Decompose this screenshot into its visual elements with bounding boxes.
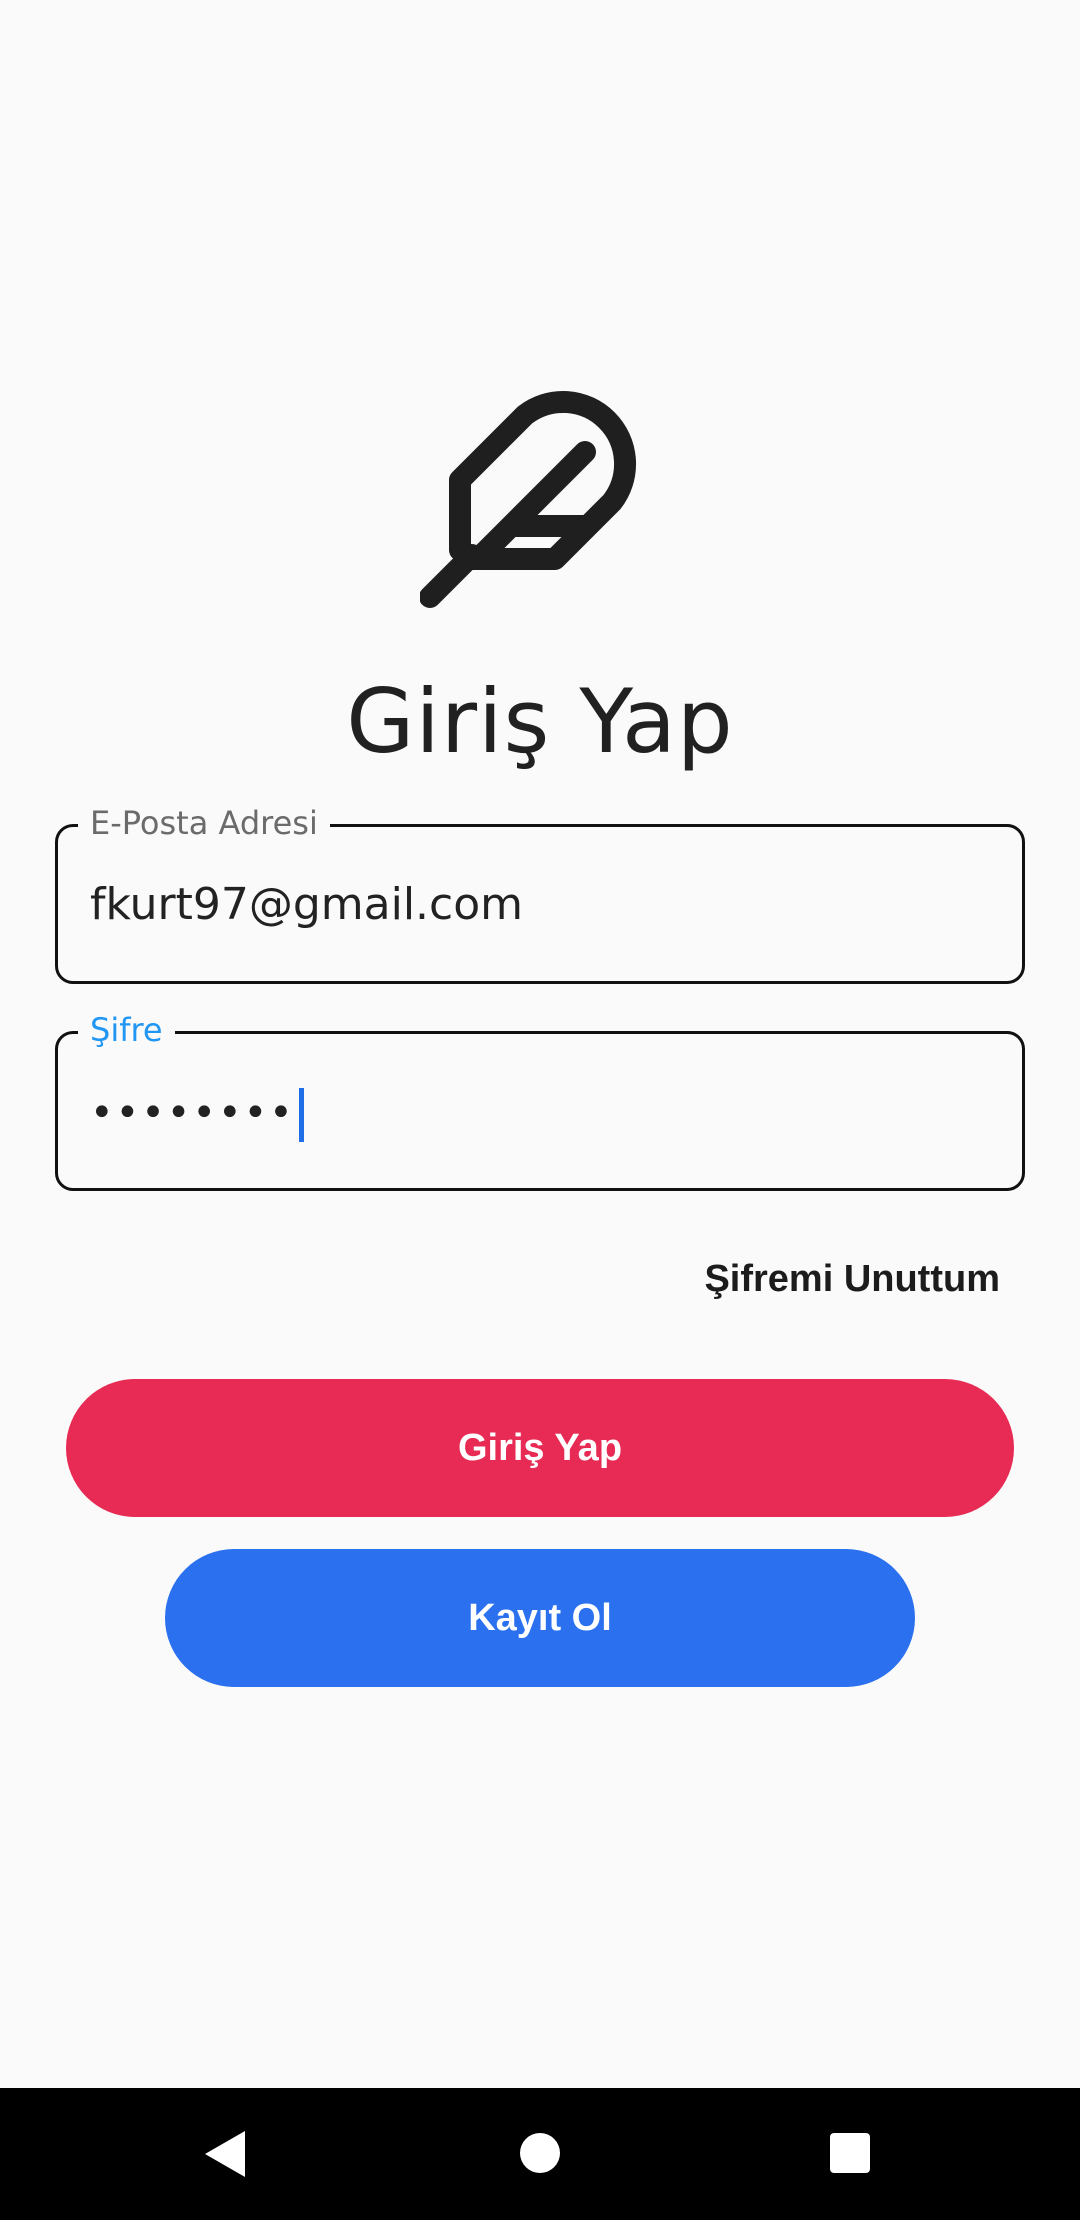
- email-input[interactable]: fkurt97@gmail.com: [90, 879, 523, 930]
- register-button[interactable]: Kayıt Ol: [165, 1549, 915, 1687]
- email-field-label: E-Posta Adresi: [78, 803, 330, 843]
- recents-square-icon[interactable]: [830, 2133, 870, 2173]
- password-masked-value: ••••••••: [90, 1090, 295, 1136]
- login-button-label: Giriş Yap: [457, 1426, 623, 1469]
- email-field[interactable]: E-Posta Adresi fkurt97@gmail.com: [55, 803, 1025, 984]
- password-field[interactable]: Şifre ••••••••: [55, 1010, 1025, 1191]
- text-caret: [298, 1088, 304, 1142]
- password-field-label: Şifre: [78, 1010, 175, 1050]
- feather-icon: [420, 391, 636, 608]
- login-button[interactable]: Giriş Yap: [66, 1379, 1014, 1517]
- forgot-password-link[interactable]: Şifremi Unuttum: [704, 1258, 1000, 1301]
- page-title: Giriş Yap: [346, 670, 734, 773]
- back-triangle-icon[interactable]: [205, 2131, 245, 2177]
- password-input[interactable]: ••••••••: [90, 1088, 304, 1142]
- system-nav-bar: [0, 2088, 1080, 2220]
- register-button-label: Kayıt Ol: [468, 1596, 612, 1639]
- login-screen: Giriş Yap E-Posta Adresi fkurt97@gmail.c…: [0, 0, 1080, 2220]
- home-circle-icon[interactable]: [520, 2133, 560, 2173]
